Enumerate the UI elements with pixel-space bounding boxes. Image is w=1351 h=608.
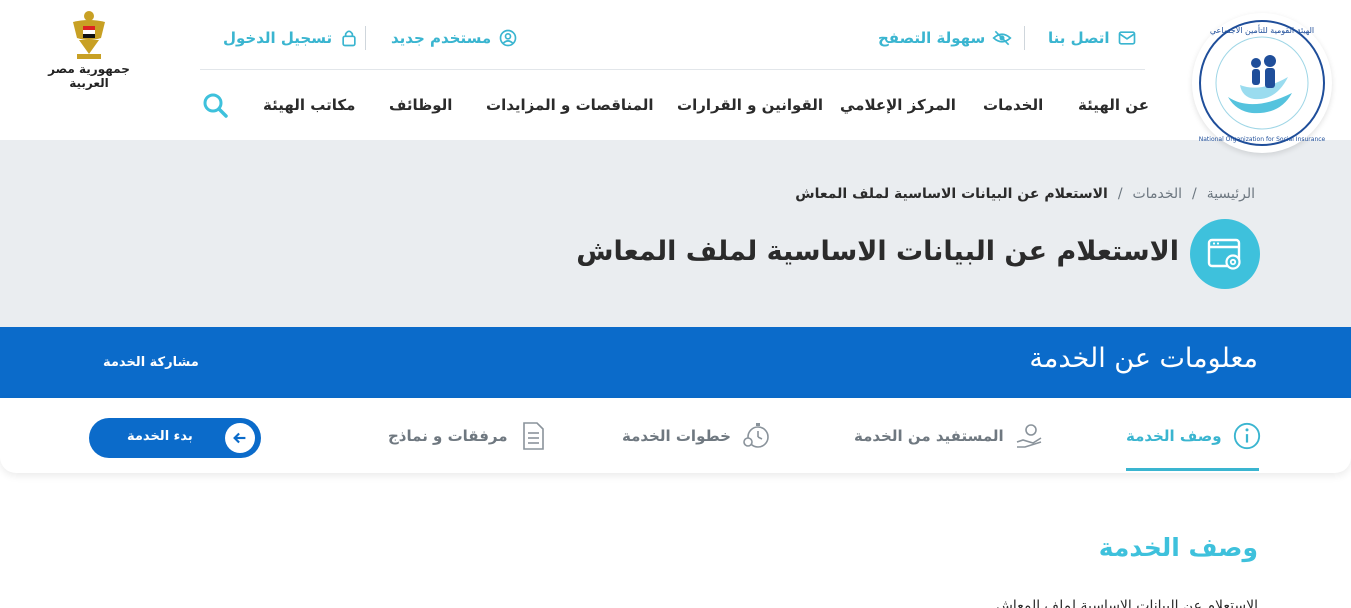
new-user-link[interactable]: مستخدم جديد	[385, 24, 519, 52]
noss-logo[interactable]: الهيئة القومية للتأمين الاجتماعي Nationa…	[1192, 13, 1332, 153]
nav-tenders[interactable]: المناقصات و المزايدات	[486, 96, 653, 118]
nav-about[interactable]: عن الهيئة	[1078, 96, 1149, 118]
breadcrumb-services[interactable]: الخدمات	[1133, 186, 1183, 202]
emblem-text: جمهورية مصر العربية	[48, 62, 130, 90]
start-service-button[interactable]: بدء الخدمة	[89, 418, 261, 458]
contact-link[interactable]: اتصل بنا	[1042, 24, 1138, 52]
tab-beneficiary-label: المستفيد من الخدمة	[854, 427, 1004, 445]
service-info-title: معلومات عن الخدمة	[1029, 343, 1258, 374]
hand-user-icon	[1012, 419, 1046, 453]
tab-attachments[interactable]: مرفقات و نماذج	[388, 416, 550, 456]
nav-services[interactable]: الخدمات	[983, 96, 1043, 118]
tab-attachments-label: مرفقات و نماذج	[388, 427, 508, 445]
header-divider	[200, 69, 1145, 70]
nav-offices[interactable]: مكاتب الهيئة	[263, 96, 355, 118]
envelope-icon	[1116, 27, 1138, 49]
contact-label: اتصل بنا	[1048, 29, 1110, 47]
section-title: وصف الخدمة	[1098, 533, 1258, 562]
start-service-label: بدء الخدمة	[127, 429, 193, 444]
login-link[interactable]: تسجيل الدخول	[217, 24, 360, 52]
login-label: تسجيل الدخول	[223, 29, 333, 47]
egypt-emblem[interactable]: جمهورية مصر العربية	[28, 8, 150, 90]
tab-steps-label: خطوات الخدمة	[622, 427, 731, 445]
eagle-icon	[73, 11, 105, 59]
nav-media-center[interactable]: المركز الإعلامي	[840, 96, 956, 118]
breadcrumb-separator: /	[1192, 186, 1197, 202]
tab-beneficiary[interactable]: المستفيد من الخدمة	[854, 416, 1046, 456]
utility-divider	[1024, 26, 1025, 50]
info-icon	[1230, 419, 1264, 453]
active-tab-indicator	[1126, 468, 1259, 471]
new-user-label: مستخدم جديد	[391, 29, 492, 47]
eye-slash-icon	[991, 27, 1013, 49]
arrow-left-icon	[225, 423, 255, 453]
search-icon[interactable]	[201, 91, 229, 119]
tab-description-label: وصف الخدمة	[1126, 427, 1222, 445]
web-settings-icon	[1190, 219, 1260, 289]
logo-arabic-text: الهيئة القومية للتأمين الاجتماعي	[1210, 24, 1314, 35]
breadcrumb-current: الاستعلام عن البيانات الاساسية لملف المع…	[795, 186, 1108, 202]
accessibility-link[interactable]: سهولة التصفح	[872, 24, 1013, 52]
breadcrumb-separator: /	[1117, 186, 1123, 202]
logo-english-text: National Organization for Social Insuran…	[1199, 136, 1326, 143]
page-title: الاستعلام عن البيانات الاساسية لملف المع…	[576, 236, 1179, 267]
stopwatch-gear-icon	[739, 419, 773, 453]
nav-jobs[interactable]: الوظائف	[389, 96, 452, 118]
accessibility-label: سهولة التصفح	[878, 29, 986, 47]
utility-divider	[365, 26, 366, 50]
share-service-link[interactable]: مشاركة الخدمة	[103, 355, 199, 370]
tab-description[interactable]: وصف الخدمة	[1126, 416, 1264, 456]
breadcrumb-home[interactable]: الرئيسية	[1207, 186, 1255, 202]
page-header-band	[0, 140, 1351, 327]
nav-laws[interactable]: القوانين و القرارات	[677, 96, 823, 118]
breadcrumb: الرئيسية / الخدمات / الاستعلام عن البيان…	[795, 186, 1255, 202]
section-body: الاستعلام عن البيانات الاساسية لملف المع…	[995, 598, 1258, 608]
user-circle-icon	[497, 27, 519, 49]
lock-icon	[338, 27, 360, 49]
document-icon	[516, 419, 550, 453]
tab-steps[interactable]: خطوات الخدمة	[622, 416, 773, 456]
